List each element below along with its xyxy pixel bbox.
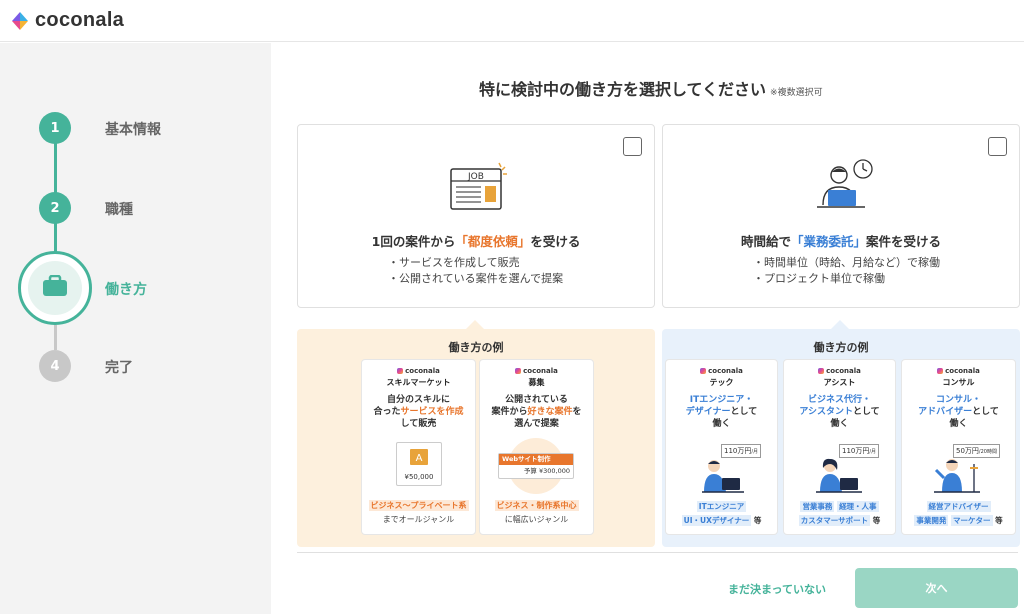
example-desc: ビジネス代行・ アシスタントとして 働く (799, 395, 880, 429)
coconala-brand: coconala (666, 367, 777, 375)
title-note: ※複数選択可 (770, 88, 823, 98)
option-card-per-request[interactable]: JOB 1回の案件から「都度依頼」を受ける ・サービスを作成して販売 ・公開され… (297, 124, 655, 308)
example-name: コンサル (942, 378, 975, 387)
option-title: 1回の案件から「都度依頼」を受ける (371, 234, 581, 249)
page-title: 特に検討中の働き方を選択してください ※複数選択可 (479, 80, 823, 99)
example-name: アシスト (823, 378, 856, 387)
pointer-arrow (831, 320, 849, 329)
consultant-illustration-icon (930, 456, 984, 500)
svg-text:JOB: JOB (467, 172, 484, 182)
coconala-brand: coconala (480, 367, 593, 375)
option-checkbox[interactable] (623, 137, 642, 156)
main-content: 特に検討中の働き方を選択してください ※複数選択可 JOB 1回の案件から「都度依… (271, 43, 1024, 614)
example-desc: ITエンジニア・ デザイナーとして 働く (685, 395, 758, 429)
example-name: スキルマーケット (386, 378, 451, 387)
option-bullets: ・サービスを作成して販売 ・公開されている案件を選んで提案 (388, 256, 564, 285)
step-3-label: 働き方 (105, 282, 147, 298)
service-image: A ¥50,000 (396, 442, 442, 486)
coconala-brand: coconala (362, 367, 475, 375)
example-desc: 自分のスキルに 合ったサービスを作成 して販売 (373, 395, 464, 429)
example-card-assist: coconala アシスト ビジネス代行・ アシスタントとして 働く 110万円… (783, 359, 896, 535)
coconala-brand: coconala (902, 367, 1015, 375)
example-desc: コンサル・ アドバイザーとして 働く (918, 395, 999, 429)
example-name: 募集 (528, 378, 545, 387)
job-listing-icon: JOB (447, 161, 511, 217)
step-1-label: 基本情報 (105, 122, 161, 138)
step-1-number: 1 (39, 112, 71, 144)
coconala-brand: coconala (784, 367, 895, 375)
example-card-consul: coconala コンサル コンサル・ アドバイザーとして 働く 50万円/20… (901, 359, 1016, 535)
briefcase-icon (42, 274, 68, 301)
next-button[interactable]: 次へ (855, 568, 1018, 608)
pointer-arrow (466, 320, 484, 329)
example-desc: 公開されている 案件から好きな案件を 選んで提案 (491, 395, 582, 429)
step-4-number: 4 (39, 350, 71, 382)
examples-panel-per-request: 働き方の例 coconala スキルマーケット 自分のスキルに 合ったサービスを… (297, 329, 655, 547)
engineer-illustration-icon (698, 456, 748, 500)
step-4-label: 完了 (105, 360, 133, 376)
example-card-recruit: coconala 募集 公開されている 案件から好きな案件を 選んで提案 Web… (479, 359, 594, 535)
examples-title: 働き方の例 (813, 341, 869, 354)
design-icon: A (410, 449, 428, 465)
option-bullets: ・時間単位（時給、月給など）で稼働 ・プロジェクト単位で稼働 (753, 256, 940, 285)
example-tags: 経営アドバイザー 事業開発 マーケター 等 (914, 501, 1003, 526)
examples-panel-contract: 働き方の例 coconala テック ITエンジニア・ デザイナーとして 働く … (662, 329, 1020, 547)
job-listing-image: Webサイト制作 予算 ¥300,000 (498, 453, 574, 479)
option-title: 時間給で「業務委託」案件を受ける (740, 234, 942, 249)
option-checkbox[interactable] (988, 137, 1007, 156)
brand-name[interactable]: coconala (35, 9, 124, 32)
step-3-active (18, 251, 92, 325)
step-2-number: 2 (39, 192, 71, 224)
example-name: テック (709, 378, 734, 387)
example-sub: に幅広いジャンル (504, 515, 569, 524)
header: coconala (0, 0, 1024, 42)
example-tag: ビジネス〜プライベート系 (368, 500, 469, 511)
undecided-link[interactable]: まだ決まっていない (728, 581, 826, 597)
example-tags: ITエンジニア UI・UXデザイナー 等 (681, 501, 762, 526)
example-card-skill-market: coconala スキルマーケット 自分のスキルに 合ったサービスを作成 して販… (361, 359, 476, 535)
coconala-logo-icon[interactable] (10, 11, 30, 31)
step-connector (54, 325, 57, 350)
example-sub: までオールジャンル (382, 515, 455, 524)
step-sidebar: 1 基本情報 2 職種 働き方 4 完了 (0, 43, 271, 614)
footer-divider (297, 552, 1018, 553)
option-card-contract[interactable]: 時間給で「業務委託」案件を受ける ・時間単位（時給、月給など）で稼働 ・プロジェ… (662, 124, 1020, 308)
example-tags: 営業事務 経理・人事 カスタマーサポート 等 (798, 501, 881, 526)
assistant-illustration-icon (812, 456, 866, 500)
svg-text:A: A (416, 453, 423, 464)
example-tag: ビジネス・制作系中心 (494, 500, 579, 511)
example-card-tech: coconala テック ITエンジニア・ デザイナーとして 働く 110万円/… (665, 359, 778, 535)
person-laptop-clock-icon (811, 157, 877, 219)
step-2-label: 職種 (105, 202, 133, 218)
examples-title: 働き方の例 (448, 341, 504, 354)
